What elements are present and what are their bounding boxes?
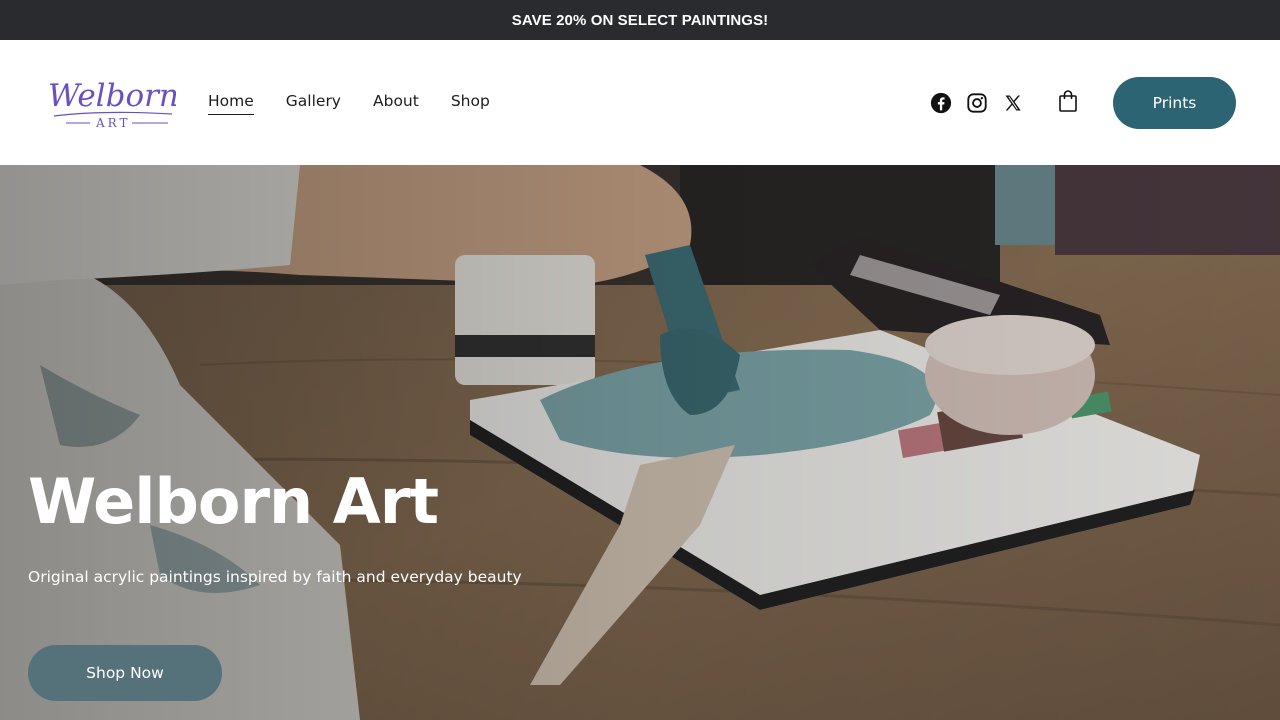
logo-subtext: ART (95, 116, 131, 130)
prints-button[interactable]: Prints (1113, 77, 1236, 129)
instagram-icon[interactable] (965, 91, 989, 115)
hero-section: Welborn Art Original acrylic paintings i… (0, 165, 1280, 720)
hero-background-image (0, 165, 1280, 720)
announcement-bar: SAVE 20% ON SELECT PAINTINGS! (0, 0, 1280, 40)
nav-gallery[interactable]: Gallery (286, 92, 341, 115)
facebook-icon[interactable] (929, 91, 953, 115)
nav-about[interactable]: About (373, 92, 419, 115)
shopping-bag-icon[interactable] (1056, 89, 1080, 113)
nav-home[interactable]: Home (208, 92, 254, 115)
site-logo[interactable]: Welborn ART (44, 72, 179, 136)
site-header: Welborn ART Home Gallery About Shop Prin… (0, 40, 1280, 165)
nav-shop[interactable]: Shop (451, 92, 490, 115)
logo-text: Welborn (48, 78, 176, 114)
x-icon[interactable] (1001, 91, 1025, 115)
hero-subtitle: Original acrylic paintings inspired by f… (28, 568, 522, 586)
main-nav: Home Gallery About Shop (208, 92, 522, 115)
shop-now-button[interactable]: Shop Now (28, 645, 222, 701)
hero-title: Welborn Art (28, 465, 439, 538)
announcement-text: SAVE 20% ON SELECT PAINTINGS! (511, 11, 769, 29)
